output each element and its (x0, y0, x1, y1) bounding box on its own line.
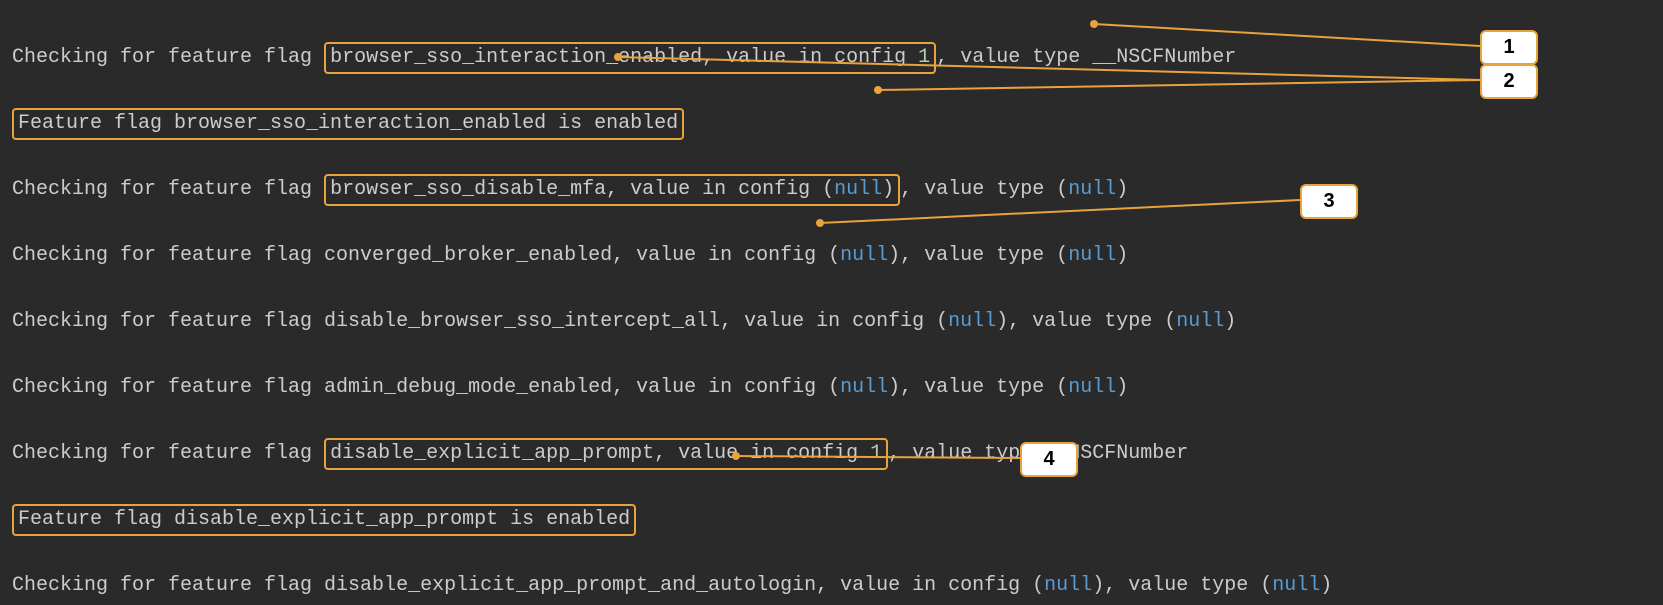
log-text: Checking for feature flag disable_browse… (12, 310, 948, 333)
log-line: Feature flag browser_sso_interaction_ena… (12, 107, 1651, 140)
callout-label-4: 4 (1020, 442, 1078, 477)
log-text: ) (1116, 178, 1128, 201)
log-number: 1 (918, 46, 930, 69)
log-text: ) (1116, 244, 1128, 267)
highlight-box-3: disable_explicit_app_prompt, value in co… (324, 438, 888, 470)
log-text: browser_sso_disable_mfa, value in config… (330, 178, 834, 201)
highlight-box-3b: Feature flag disable_explicit_app_prompt… (12, 504, 636, 536)
log-text: browser_sso_interaction_enabled, value i… (330, 46, 918, 69)
log-text: Checking for feature flag (12, 46, 324, 69)
log-null: null (1044, 574, 1092, 597)
log-null: null (840, 376, 888, 399)
callout-label-1: 1 (1480, 30, 1538, 65)
log-line: Checking for feature flag browser_sso_in… (12, 41, 1651, 74)
log-text: ), value type ( (996, 310, 1176, 333)
log-text: ) (1116, 376, 1128, 399)
log-text: ), value type ( (888, 244, 1068, 267)
log-null: null (1176, 310, 1224, 333)
highlight-box-1: browser_sso_interaction_enabled, value i… (324, 42, 936, 74)
highlight-box-2: Feature flag browser_sso_interaction_ena… (12, 108, 684, 140)
log-text: Checking for feature flag converged_brok… (12, 244, 840, 267)
highlight-box-2b: browser_sso_disable_mfa, value in config… (324, 174, 900, 206)
log-line: Checking for feature flag admin_debug_mo… (12, 371, 1651, 404)
log-text: ), value type ( (888, 376, 1068, 399)
log-null: null (1068, 178, 1116, 201)
log-line: Feature flag disable_explicit_app_prompt… (12, 503, 1651, 536)
log-text: ) (1224, 310, 1236, 333)
log-line: Checking for feature flag disable_explic… (12, 437, 1651, 470)
log-line: Checking for feature flag disable_explic… (12, 569, 1651, 602)
log-number: 1 (870, 442, 882, 465)
log-line: Checking for feature flag disable_browse… (12, 305, 1651, 338)
log-text: Checking for feature flag (12, 178, 324, 201)
callout-label-3: 3 (1300, 184, 1358, 219)
log-text: ), value type ( (1092, 574, 1272, 597)
log-text: Feature flag disable_explicit_app_prompt… (18, 508, 630, 531)
log-text: , value type ( (900, 178, 1068, 201)
callout-label-2: 2 (1480, 64, 1538, 99)
log-null: null (1272, 574, 1320, 597)
log-line: Checking for feature flag converged_brok… (12, 239, 1651, 272)
log-output: Checking for feature flag browser_sso_in… (0, 0, 1663, 605)
log-text: disable_explicit_app_prompt, value in co… (330, 442, 870, 465)
log-null: null (1068, 376, 1116, 399)
log-text: Feature flag browser_sso_interaction_ena… (18, 112, 678, 135)
log-text (312, 442, 324, 465)
log-text: , value type __NSCFNumber (936, 46, 1236, 69)
log-null: null (948, 310, 996, 333)
log-text: Checking for feature flag (12, 442, 312, 465)
log-null: null (840, 244, 888, 267)
log-null: null (834, 178, 882, 201)
log-null: null (1068, 244, 1116, 267)
log-text: ) (882, 178, 894, 201)
log-text: Checking for feature flag disable_explic… (12, 574, 1044, 597)
log-text: ) (1320, 574, 1332, 597)
log-line: Checking for feature flag browser_sso_di… (12, 173, 1651, 206)
log-text: Checking for feature flag admin_debug_mo… (12, 376, 840, 399)
